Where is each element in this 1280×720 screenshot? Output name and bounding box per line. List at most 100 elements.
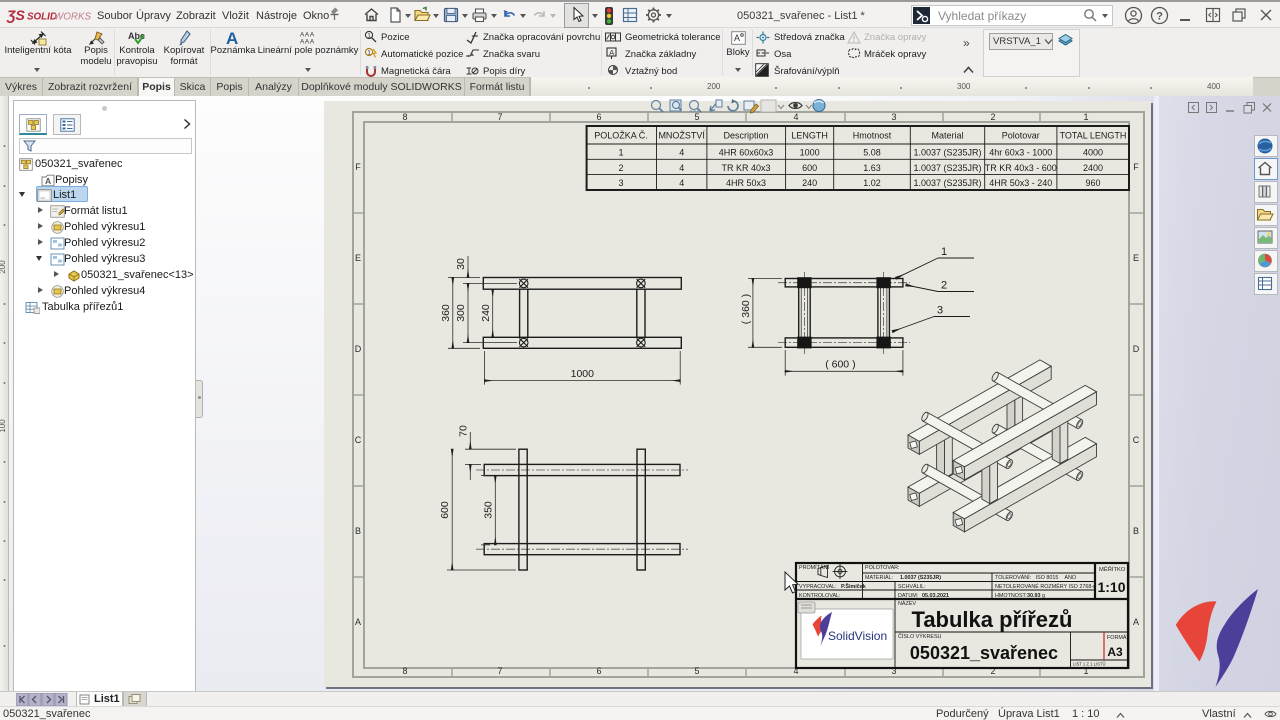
svg-text:1.02: 1.02 [863, 178, 881, 188]
svg-text:E: E [1133, 253, 1139, 263]
svg-text:KONTROLOVAL:: KONTROLOVAL: [799, 593, 841, 599]
svg-text:5.08: 5.08 [863, 148, 881, 158]
svg-text:200: 200 [0, 260, 7, 274]
svg-text:8: 8 [402, 666, 407, 676]
svg-text:A: A [734, 33, 740, 43]
svg-text:WORKS: WORKS [54, 12, 91, 23]
svg-text:SolidVision: SolidVision [828, 629, 887, 643]
svg-text:240: 240 [480, 304, 492, 322]
svg-text:A: A [1133, 617, 1139, 627]
svg-text:4: 4 [679, 178, 684, 188]
svg-text:PROMÍTÁNÍ: PROMÍTÁNÍ [799, 564, 829, 571]
svg-text:MATERIÁL:: MATERIÁL: [865, 574, 893, 581]
svg-text:VYPRACOVAL:: VYPRACOVAL: [799, 584, 837, 590]
svg-text:B: B [355, 526, 361, 536]
svg-text:7: 7 [497, 666, 502, 676]
svg-text:AAA: AAA [300, 32, 315, 39]
svg-text:Hmotnost: Hmotnost [853, 131, 892, 141]
svg-text:TR KR 40x3: TR KR 40x3 [721, 163, 770, 173]
svg-text:F: F [355, 162, 361, 172]
svg-text:NETOLEROVANÉ ROZMĚRY ISO 2768-: NETOLEROVANÉ ROZMĚRY ISO 2768-m r [995, 582, 1101, 590]
svg-text:1000: 1000 [571, 368, 595, 380]
svg-text:4: 4 [679, 148, 684, 158]
svg-text:?: ? [1156, 11, 1163, 23]
svg-text:MNOŽSTVÍ: MNOŽSTVÍ [658, 131, 705, 141]
svg-text:4HR 60x60x3: 4HR 60x60x3 [719, 148, 774, 158]
svg-text:3: 3 [891, 112, 896, 122]
svg-text:MĚŘÍTKO: MĚŘÍTKO [1099, 565, 1126, 573]
svg-text:A3: A3 [1107, 645, 1123, 659]
svg-text:ƷS: ƷS [6, 7, 26, 23]
svg-text:2: 2 [990, 112, 995, 122]
svg-text:7: 7 [497, 112, 502, 122]
svg-text:2: 2 [941, 280, 947, 292]
svg-text:F: F [1133, 162, 1139, 172]
svg-text:960: 960 [1085, 178, 1100, 188]
svg-text:05.03.2021: 05.03.2021 [922, 593, 949, 599]
svg-text:A: A [226, 29, 238, 46]
svg-text:1: 1 [1083, 112, 1088, 122]
svg-text:( 600 ): ( 600 ) [825, 359, 855, 371]
svg-text:3: 3 [618, 178, 623, 188]
svg-text:350: 350 [483, 501, 495, 519]
svg-text:A: A [355, 617, 361, 627]
svg-text:SCHVÁLIL:: SCHVÁLIL: [898, 583, 926, 590]
svg-text:POLOŽKA Č.: POLOŽKA Č. [594, 131, 648, 141]
svg-text:4: 4 [679, 163, 684, 173]
svg-text:ČÍSLO VÝKRESU: ČÍSLO VÝKRESU [898, 633, 942, 640]
svg-text:4hr 60x3 - 1000: 4hr 60x3 - 1000 [989, 148, 1052, 158]
svg-text:LENGTH: LENGTH [791, 131, 828, 141]
svg-text:1: 1 [618, 148, 623, 158]
svg-text:600: 600 [439, 501, 451, 519]
svg-text:2400: 2400 [1083, 163, 1103, 173]
svg-text:Description: Description [723, 131, 768, 141]
svg-text:D: D [1133, 344, 1140, 354]
svg-text:1.0037 (S235JR): 1.0037 (S235JR) [913, 148, 981, 158]
svg-text:300: 300 [455, 304, 467, 322]
svg-text:Tabulka přířezů: Tabulka přířezů [912, 607, 1073, 632]
svg-text:D: D [355, 344, 362, 354]
svg-text:1: 1 [367, 50, 371, 57]
svg-text:1.63: 1.63 [863, 163, 881, 173]
svg-text:LIST 1 Z 1 LISTŮ: LIST 1 Z 1 LISTŮ [1073, 662, 1106, 667]
svg-text:DATUM:: DATUM: [898, 593, 918, 599]
svg-text:C: C [1133, 435, 1140, 445]
svg-text:C: C [355, 435, 362, 445]
svg-text:30: 30 [455, 258, 467, 270]
svg-text:TOLEROVÁNÍ: ISO 8015 ANO: TOLEROVÁNÍ: ISO 8015 ANO [995, 574, 1076, 581]
svg-text:Material: Material [931, 131, 963, 141]
svg-text:050321_svařenec: 050321_svařenec [910, 643, 1058, 663]
svg-text:NÁZEV: NÁZEV [898, 600, 916, 607]
svg-text:4HR 50x3: 4HR 50x3 [726, 178, 766, 188]
svg-text:600: 600 [802, 163, 817, 173]
svg-text:HMOTNOST:: HMOTNOST: [995, 593, 1027, 599]
svg-text:TOTAL LENGTH: TOTAL LENGTH [1060, 131, 1127, 141]
svg-text:5: 5 [694, 666, 699, 676]
svg-text:2: 2 [618, 163, 623, 173]
svg-text:( 360 ): ( 360 ) [740, 294, 752, 324]
svg-text:8: 8 [402, 112, 407, 122]
svg-text:P.Šimíček: P.Šimíček [841, 582, 866, 590]
svg-text:1:10: 1:10 [1097, 579, 1125, 595]
svg-text:1.0037 (S235JR): 1.0037 (S235JR) [913, 178, 981, 188]
svg-text:360: 360 [440, 304, 452, 322]
svg-text:A: A [45, 176, 51, 186]
svg-text:30.93: 30.93 [1027, 593, 1041, 599]
svg-text:A: A [609, 48, 614, 57]
svg-text:6: 6 [596, 112, 601, 122]
svg-text:FORMÁT: FORMÁT [1107, 634, 1130, 641]
svg-text:4HR 50x3 - 240: 4HR 50x3 - 240 [989, 178, 1052, 188]
svg-text:3: 3 [937, 305, 943, 317]
svg-text:SOLID: SOLID [27, 12, 57, 23]
svg-text:100: 100 [0, 419, 7, 433]
svg-text:4000: 4000 [1083, 148, 1103, 158]
svg-text:Polotovar: Polotovar [1002, 131, 1040, 141]
svg-text:POLOTOVAR:: POLOTOVAR: [865, 565, 900, 571]
svg-text:E: E [355, 253, 361, 263]
svg-text:6: 6 [596, 666, 601, 676]
svg-text:1.0037 (S235JR): 1.0037 (S235JR) [900, 575, 941, 581]
svg-text:g: g [1042, 593, 1045, 599]
svg-text:TR KR 40x3 - 600: TR KR 40x3 - 600 [985, 163, 1057, 173]
svg-text:240: 240 [802, 178, 817, 188]
svg-text:1000: 1000 [800, 148, 820, 158]
